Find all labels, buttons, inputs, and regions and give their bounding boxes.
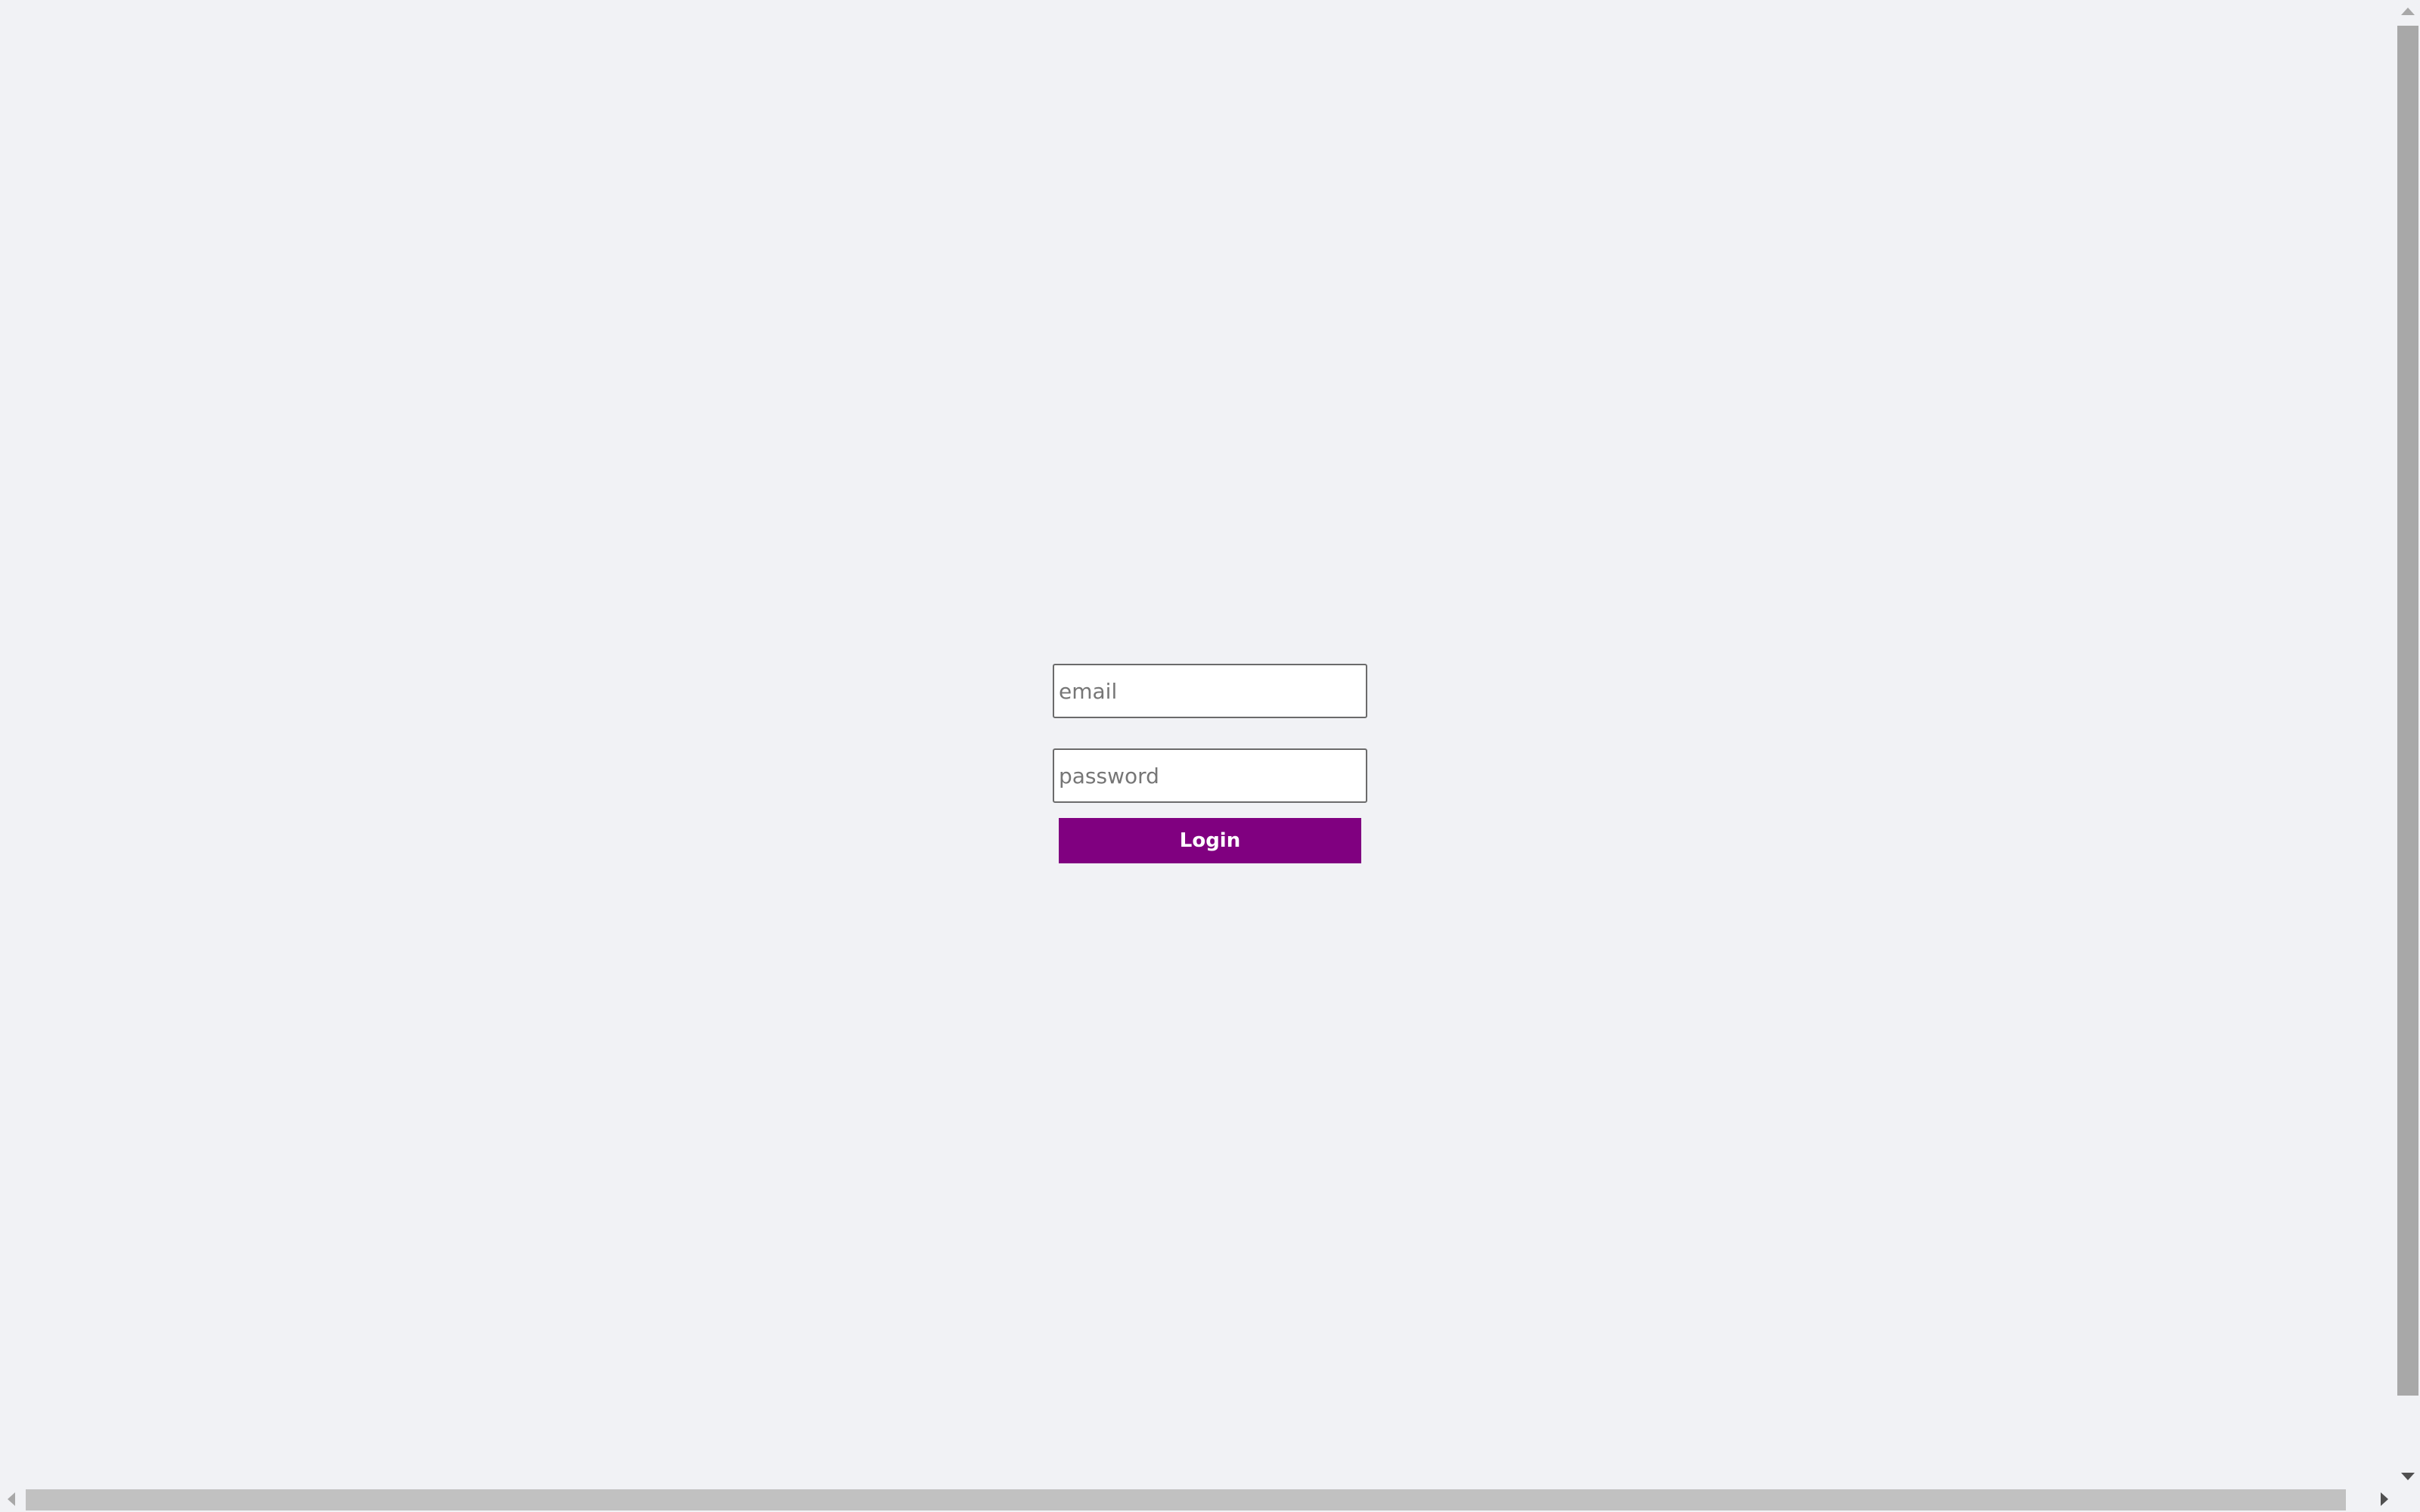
login-form: Login (1053, 664, 1367, 863)
login-button[interactable]: Login (1059, 818, 1361, 863)
horizontal-scroll-thumb[interactable] (26, 1489, 2346, 1510)
horizontal-scrollbar[interactable] (0, 1486, 2394, 1512)
scroll-left-arrow-icon[interactable] (8, 1492, 15, 1506)
scrollbar-corner (2394, 1486, 2420, 1512)
email-field[interactable] (1053, 664, 1367, 718)
vertical-scroll-thumb[interactable] (2397, 26, 2418, 1396)
scroll-down-arrow-icon[interactable] (2401, 1473, 2415, 1480)
page: Login (0, 0, 2420, 1512)
vertical-scrollbar[interactable] (2394, 0, 2420, 1486)
scroll-up-arrow-icon[interactable] (2401, 8, 2415, 15)
scroll-right-arrow-icon[interactable] (2381, 1492, 2388, 1506)
password-field[interactable] (1053, 748, 1367, 803)
